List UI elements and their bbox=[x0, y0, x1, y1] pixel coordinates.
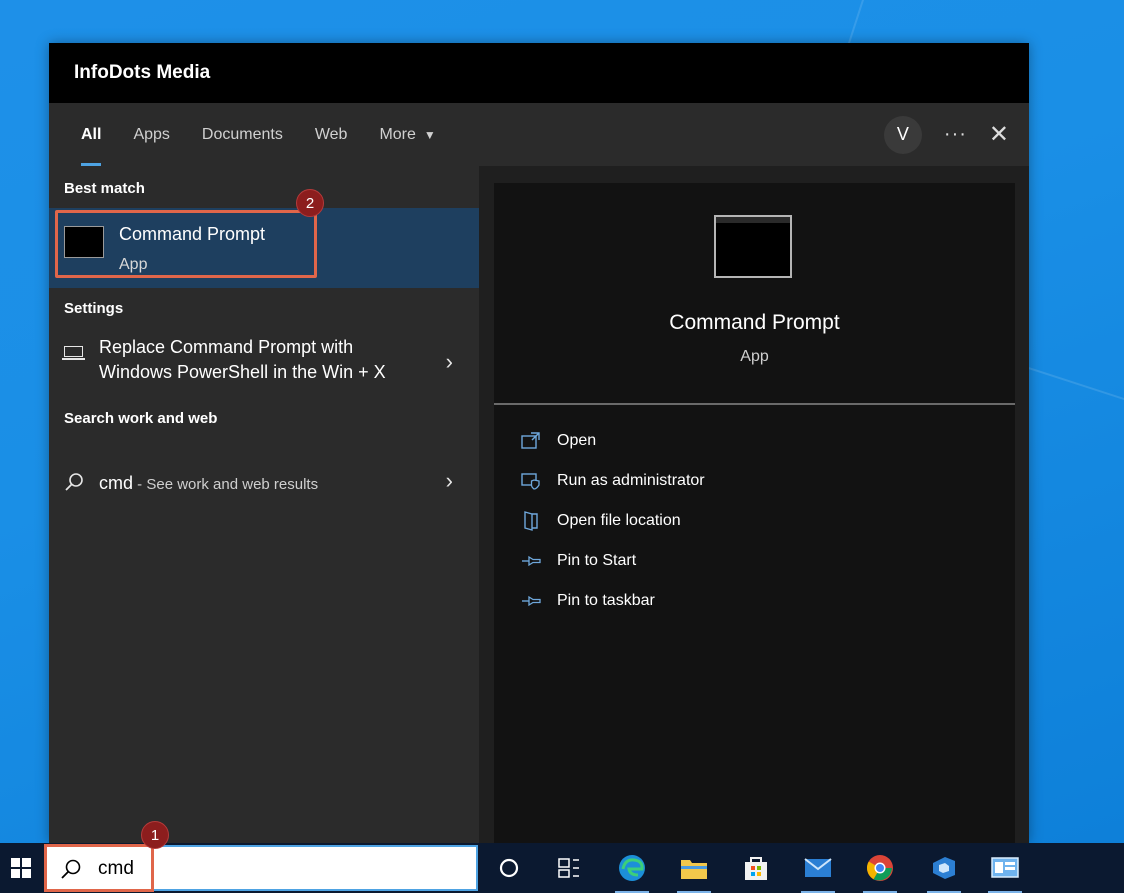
tab-all[interactable]: All bbox=[65, 103, 117, 166]
avatar[interactable]: V bbox=[883, 115, 922, 154]
settings-item-line2: Windows PowerShell in the Win + X bbox=[99, 362, 386, 382]
tab-documents[interactable]: Documents bbox=[186, 103, 299, 166]
search-icon bbox=[65, 473, 83, 491]
windows-logo-icon bbox=[11, 858, 31, 878]
step-badge-1: 1 bbox=[141, 821, 169, 849]
action-run-as-admin[interactable]: Run as administrator bbox=[521, 467, 705, 495]
tab-more[interactable]: More ▼ bbox=[363, 103, 451, 166]
org-name: InfoDots Media bbox=[74, 62, 211, 83]
store-icon[interactable] bbox=[733, 843, 779, 893]
action-open-file-location-label: Open file location bbox=[557, 512, 681, 529]
mail-icon[interactable] bbox=[795, 843, 841, 893]
preview-app-name: Command Prompt bbox=[669, 311, 840, 334]
action-run-as-admin-label: Run as administrator bbox=[557, 472, 705, 489]
tab-apps-label: Apps bbox=[133, 125, 170, 143]
task-view-icon[interactable] bbox=[546, 843, 592, 893]
chevron-right-icon[interactable]: › bbox=[446, 349, 453, 375]
pin-icon bbox=[521, 591, 541, 611]
file-explorer-icon[interactable] bbox=[671, 843, 717, 893]
settings-item-powershell[interactable]: Replace Command Prompt with Windows Powe… bbox=[49, 331, 479, 399]
step-badge-2: 2 bbox=[296, 189, 324, 217]
control-panel-icon[interactable] bbox=[982, 843, 1028, 893]
cortana-icon[interactable] bbox=[486, 843, 532, 893]
azure-devops-icon[interactable] bbox=[921, 843, 967, 893]
more-options-icon[interactable]: ··· bbox=[944, 123, 967, 146]
action-pin-to-start-label: Pin to Start bbox=[557, 552, 637, 569]
shield-icon bbox=[521, 471, 541, 491]
action-open-file-location[interactable]: Open file location bbox=[521, 507, 681, 535]
header-actions: V ··· ✕ bbox=[883, 103, 1009, 166]
best-match-heading: Best match bbox=[64, 180, 145, 197]
tab-apps[interactable]: Apps bbox=[117, 103, 185, 166]
pin-icon bbox=[521, 551, 541, 571]
settings-item-label: Replace Command Prompt with Windows Powe… bbox=[99, 335, 386, 385]
start-button[interactable] bbox=[0, 843, 42, 893]
action-pin-to-start[interactable]: Pin to Start bbox=[521, 547, 636, 575]
tab-all-label: All bbox=[81, 125, 102, 143]
chrome-icon[interactable] bbox=[857, 843, 903, 893]
preview-pane: Command Prompt App Open Run as administr… bbox=[494, 183, 1015, 843]
org-header: InfoDots Media bbox=[49, 43, 1029, 103]
file-location-icon bbox=[521, 511, 541, 531]
divider bbox=[494, 403, 1015, 405]
tab-web-label: Web bbox=[314, 125, 348, 143]
web-search-label: cmd - See work and web results bbox=[99, 473, 318, 494]
action-open-label: Open bbox=[557, 432, 597, 449]
laptop-icon bbox=[62, 346, 85, 360]
highlight-box-best-match bbox=[55, 210, 317, 278]
chevron-right-icon[interactable]: › bbox=[446, 468, 453, 494]
highlight-box-search bbox=[44, 844, 154, 892]
action-pin-to-taskbar[interactable]: Pin to taskbar bbox=[521, 587, 655, 615]
preview-app-type: App bbox=[740, 348, 769, 365]
caret-down-icon: ▼ bbox=[423, 127, 436, 142]
results-pane: Best match Command Prompt App 2 Settings… bbox=[49, 166, 479, 843]
web-suffix: - See work and web results bbox=[133, 476, 319, 493]
taskbar: cmd bbox=[0, 843, 1124, 893]
settings-item-line1: Replace Command Prompt with bbox=[99, 337, 354, 357]
tab-more-label: More bbox=[379, 125, 416, 143]
tab-web[interactable]: Web bbox=[299, 103, 364, 166]
tab-documents-label: Documents bbox=[201, 125, 283, 143]
edge-icon[interactable] bbox=[609, 843, 655, 893]
action-open[interactable]: Open bbox=[521, 427, 596, 455]
close-icon[interactable]: ✕ bbox=[989, 120, 1009, 149]
web-search-item[interactable]: cmd - See work and web results › bbox=[49, 462, 479, 502]
search-panel: InfoDots Media All Apps Documents Web Mo… bbox=[49, 43, 1029, 843]
action-pin-to-taskbar-label: Pin to taskbar bbox=[557, 592, 655, 609]
search-tabs: All Apps Documents Web More ▼ V ··· ✕ bbox=[49, 103, 1029, 166]
web-heading: Search work and web bbox=[64, 410, 218, 427]
settings-heading: Settings bbox=[64, 300, 124, 317]
web-query: cmd bbox=[99, 473, 134, 493]
command-prompt-large-icon bbox=[714, 215, 792, 278]
open-icon bbox=[521, 431, 541, 451]
